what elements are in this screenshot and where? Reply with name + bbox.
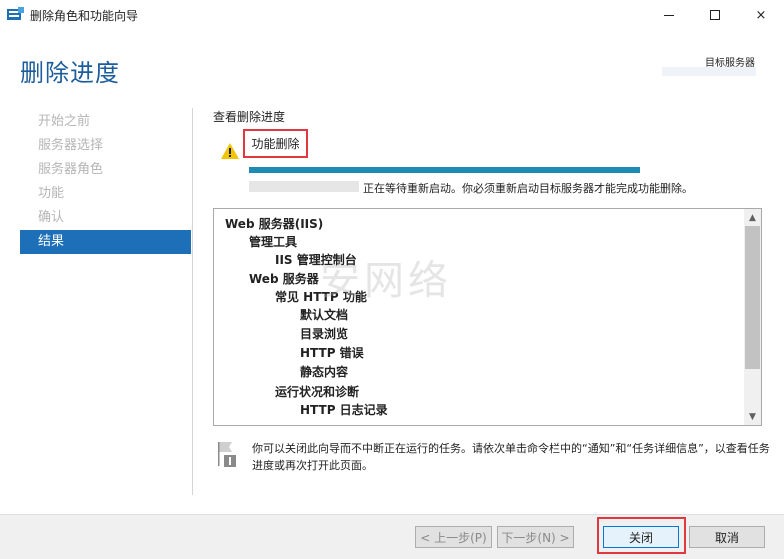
window-title: 删除角色和功能向导 <box>30 9 139 23</box>
nav-item-server-roles: 服务器角色 <box>38 162 104 177</box>
restart-message: 正在等待重新启动。你必须重新启动目标服务器才能完成功能删除。 <box>363 182 693 195</box>
scroll-down-icon[interactable]: ▼ <box>744 408 761 425</box>
nav-item-server-selection: 服务器选择 <box>38 138 104 153</box>
results-list-content: Web 服务器(IIS) 管理工具 IIS 管理控制台 Web 服务器 常见 H… <box>214 209 745 425</box>
previous-button[interactable]: < 上一步(P) <box>415 526 492 548</box>
info-note: 你可以关闭此向导而不中断正在运行的任务。请依次单击命令栏中的“通知”和“任务详细… <box>252 442 770 472</box>
target-server-name-redacted <box>662 67 756 76</box>
server-name-redacted <box>249 181 359 192</box>
nav-item-confirmation: 确认 <box>38 210 65 225</box>
list-item: 静态内容 <box>300 365 349 379</box>
cancel-button[interactable]: 取消 <box>689 526 765 548</box>
list-item: HTTP 日志记录 <box>300 403 388 417</box>
progress-fill <box>249 167 640 173</box>
scroll-up-icon[interactable]: ▲ <box>744 209 761 226</box>
list-item: HTTP 错误 <box>300 346 364 360</box>
list-item: 目录浏览 <box>300 327 349 341</box>
scrollbar-thumb[interactable] <box>745 226 760 369</box>
minimize-button[interactable] <box>646 0 692 30</box>
feature-removal-label: 功能删除 <box>243 129 308 158</box>
nav-item-results[interactable]: 结果 <box>20 230 191 254</box>
minimize-icon <box>664 14 674 16</box>
server-manager-icon <box>7 7 24 20</box>
list-item: Web 服务器 <box>249 272 319 286</box>
close-icon: × <box>755 7 767 23</box>
list-item: Web 服务器(IIS) <box>225 217 324 231</box>
removal-progress-bar <box>249 167 640 173</box>
wizard-nav: 开始之前 服务器选择 服务器角色 功能 确认 结果 <box>20 110 191 254</box>
removal-results-list[interactable]: Web 服务器(IIS) 管理工具 IIS 管理控制台 Web 服务器 常见 H… <box>213 208 762 426</box>
notification-flag-icon <box>218 442 236 467</box>
vertical-scrollbar[interactable]: ▲ ▼ <box>744 209 761 425</box>
warning-icon <box>221 143 239 159</box>
nav-item-before-you-begin: 开始之前 <box>38 114 91 129</box>
nav-divider <box>192 108 193 495</box>
maximize-icon <box>710 10 720 20</box>
section-label: 查看删除进度 <box>213 110 286 124</box>
close-button-highlight <box>597 517 686 554</box>
list-item: 运行状况和诊断 <box>275 385 360 399</box>
feature-removal-text: 功能删除 <box>251 137 300 151</box>
list-item: 管理工具 <box>249 235 298 249</box>
list-item: IIS 管理控制台 <box>275 253 357 267</box>
list-item: 常见 HTTP 功能 <box>275 290 367 304</box>
next-button[interactable]: 下一步(N) > <box>497 526 574 548</box>
nav-item-features: 功能 <box>38 186 65 201</box>
maximize-button[interactable] <box>692 0 738 30</box>
page-title: 删除进度 <box>20 59 120 87</box>
title-bar: 删除角色和功能向导 × <box>0 0 784 30</box>
close-window-button[interactable]: × <box>738 0 784 30</box>
list-item: 默认文档 <box>300 308 349 322</box>
